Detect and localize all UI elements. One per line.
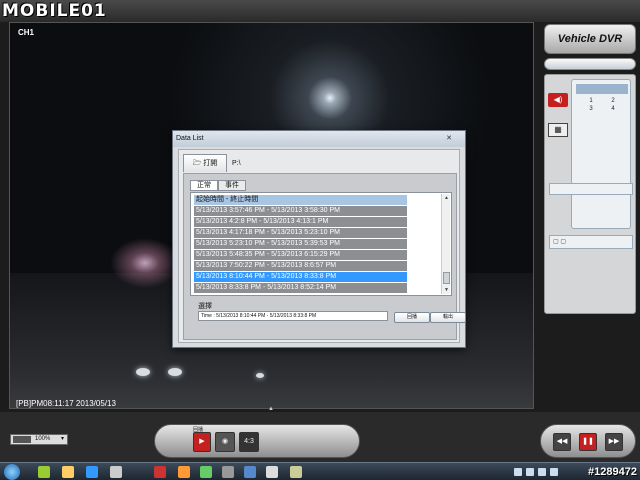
video-reflector — [256, 373, 264, 378]
channel-selector-header — [576, 84, 628, 94]
taskbar-app-icon[interactable] — [110, 466, 122, 478]
video-timestamp: [PB]PM08:11:17 2013/05/13 — [16, 399, 116, 408]
playback-pill: 回播 ▶ ◉ 4:3 — [154, 424, 360, 458]
brand-title: Vehicle DVR — [544, 24, 636, 54]
list-item[interactable]: 5/13/2013 8:33:8 PM - 5/13/2013 8:52:14 … — [194, 283, 407, 293]
list-header: 起始時間 - 終止時間 — [194, 195, 407, 205]
current-path: P:\ — [232, 160, 241, 167]
rewind-icon[interactable]: ◀◀ — [553, 433, 571, 451]
taskbar-app-icon[interactable] — [266, 466, 278, 478]
watermark: #1289472 — [588, 466, 637, 478]
taskbar-app-icon[interactable] — [244, 466, 256, 478]
channel-4-button[interactable]: 4 — [608, 106, 618, 112]
channel-2-button[interactable]: 2 — [608, 98, 618, 104]
windows-taskbar: #1289472 — [0, 462, 640, 480]
speaker-icon[interactable]: ◀) — [548, 93, 568, 107]
taskbar-app-icon[interactable] — [62, 466, 74, 478]
zoom-icon — [13, 436, 31, 443]
scroll-thumb[interactable] — [443, 272, 450, 284]
play-icon[interactable]: ▶ — [193, 432, 211, 452]
transport-pill: ◀◀ ❚❚ ▶▶ — [540, 424, 636, 458]
display-mode-buttons[interactable]: ▢ ▢ — [549, 235, 633, 249]
camera-icon[interactable]: ◉ — [215, 432, 235, 452]
aspect-ratio-button[interactable]: 4:3 — [239, 432, 259, 452]
taskbar-app-icon[interactable] — [200, 466, 212, 478]
tray-icon[interactable] — [538, 468, 546, 476]
taskbar-app-icon[interactable] — [178, 466, 190, 478]
control-box: ◀) ▦ 1 2 3 4 ▢ ▢ — [544, 74, 636, 314]
zoom-value: 100% — [35, 436, 51, 442]
info-slot — [544, 58, 636, 70]
right-panel: Vehicle DVR ◀) ▦ 1 2 3 4 ▢ ▢ — [540, 22, 640, 412]
channel-3-button[interactable]: 3 — [586, 106, 596, 112]
list-item[interactable]: 5/13/2013 7:50:22 PM - 5/13/2013 8:6:57 … — [194, 261, 407, 271]
dvr-app: MOBILE01 CH1 [PB]PM08:11:17 2013/05/13 ▲… — [0, 0, 640, 480]
dialog-body: 🗁 打開 P:\ 正常 事件 起始時間 - 終止時間 5/13/2013 3:5… — [178, 149, 466, 343]
list-item[interactable]: 5/13/2013 3:57:46 PM - 5/13/2013 3:58:30… — [194, 206, 407, 216]
recording-list: 起始時間 - 終止時間 5/13/2013 3:57:46 PM - 5/13/… — [190, 192, 452, 296]
list-panel: 正常 事件 起始時間 - 終止時間 5/13/2013 3:57:46 PM -… — [183, 173, 466, 340]
scroll-down-icon[interactable]: ▼ — [442, 286, 451, 294]
playback-button[interactable]: 回播 — [394, 312, 430, 323]
tab-normal[interactable]: 正常 — [190, 180, 218, 191]
tray-icon[interactable] — [550, 468, 558, 476]
playback-controls: 100% ▾ 回播 ▶ ◉ 4:3 ◀◀ ❚❚ ▶▶ — [0, 412, 640, 462]
video-taillight-glow — [110, 238, 180, 288]
open-folder-button[interactable]: 🗁 打開 — [183, 154, 227, 172]
tray-icon[interactable] — [514, 468, 522, 476]
list-item[interactable]: 5/13/2013 4:2:8 PM - 5/13/2013 4:13:1 PM — [194, 217, 407, 227]
taskbar-app-icon[interactable] — [38, 466, 50, 478]
list-item[interactable]: 5/13/2013 8:10:44 PM - 5/13/2013 8:33:8 … — [194, 272, 407, 282]
list-scrollbar[interactable]: ▲ ▼ — [441, 194, 450, 294]
chevron-down-icon: ▾ — [60, 436, 64, 442]
video-reflector — [168, 368, 182, 376]
export-button[interactable]: 輸出 — [430, 312, 466, 323]
layout-grid-icon[interactable]: ▦ — [548, 123, 568, 137]
tab-event[interactable]: 事件 — [218, 180, 246, 191]
video-reflector — [136, 368, 150, 376]
browser-icon[interactable] — [86, 466, 98, 478]
list-item[interactable]: 5/13/2013 5:23:10 PM - 5/13/2013 5:39:53… — [194, 239, 407, 249]
selection-field[interactable]: Time : 5/13/2013 8:10:44 PM - 5/13/2013 … — [198, 311, 388, 321]
tray-icon[interactable] — [526, 468, 534, 476]
start-button-icon[interactable] — [4, 464, 20, 480]
taskbar-app-icon[interactable] — [154, 466, 166, 478]
taskbar-app-icon[interactable] — [290, 466, 302, 478]
list-item[interactable]: 5/13/2013 4:17:18 PM - 5/13/2013 5:23:10… — [194, 228, 407, 238]
channel-selector: 1 2 3 4 — [571, 79, 631, 229]
channel-label: CH1 — [18, 28, 35, 37]
mobile01-logo: MOBILE01 — [2, 1, 107, 21]
data-list-dialog: Data List ✕ 🗁 打開 P:\ 正常 事件 起始時間 - 終止時間 5… — [172, 130, 466, 348]
app-top-strip: MOBILE01 — [0, 0, 640, 22]
list-item[interactable]: 5/13/2013 5:48:35 PM - 5/13/2013 6:15:29… — [194, 250, 407, 260]
zoom-select[interactable]: 100% ▾ — [10, 434, 68, 445]
close-icon[interactable]: ✕ — [436, 133, 462, 145]
pause-icon[interactable]: ❚❚ — [579, 433, 597, 451]
dialog-title: Data List — [176, 135, 204, 142]
channel-1-button[interactable]: 1 — [586, 98, 596, 104]
fast-forward-icon[interactable]: ▶▶ — [605, 433, 623, 451]
dialog-titlebar[interactable]: Data List ✕ — [173, 131, 465, 147]
scroll-up-icon[interactable]: ▲ — [442, 194, 451, 202]
selection-label: 選擇 — [198, 303, 212, 310]
status-slot — [549, 183, 633, 195]
taskbar-app-icon[interactable] — [222, 466, 234, 478]
